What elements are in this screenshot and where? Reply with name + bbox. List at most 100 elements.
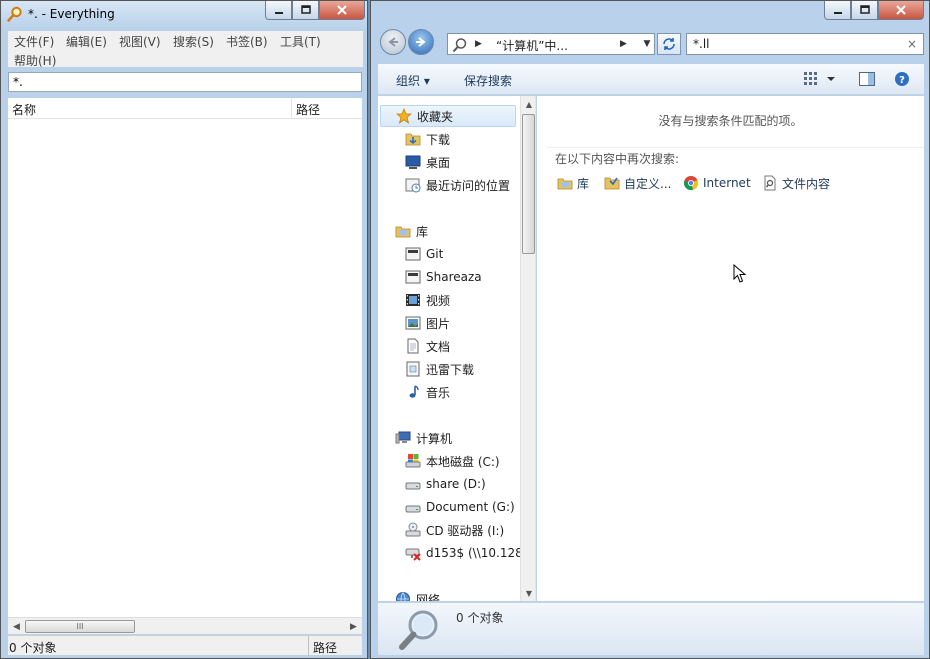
view-options-icon[interactable] — [803, 71, 821, 87]
object-count: 0 个对象 — [9, 641, 57, 655]
address-dropdown-icon[interactable]: ▼ — [639, 34, 655, 54]
nav-libraries[interactable]: 库 — [395, 220, 428, 242]
cd-drive-icon — [405, 522, 421, 537]
menu-view[interactable]: 视图(V) — [119, 33, 161, 50]
help-icon[interactable]: ? — [893, 71, 911, 87]
breadcrumb-chevron-icon[interactable]: ▶ — [620, 39, 627, 49]
menu-search[interactable]: 搜索(S) — [173, 33, 214, 50]
nav-library-videos[interactable]: 视频 — [405, 289, 450, 311]
scroll-thumb[interactable]: III — [25, 620, 135, 633]
column-divider[interactable] — [291, 98, 292, 118]
library-folder-icon — [405, 270, 421, 284]
preview-pane-icon[interactable] — [858, 71, 876, 87]
explorer-window: ▶ “计算机”中... ▶ ▼ *.ll × 组织 ▾ 保存搜索 ? 收藏夹 下… — [370, 0, 930, 659]
everything-window: *. - Everything 文件(F) 编辑(E) 视图(V) 搜索(S) … — [0, 0, 368, 659]
address-bar[interactable]: ▶ “计算机”中... ▶ ▼ — [447, 33, 655, 55]
breadcrumb-search-location[interactable]: “计算机”中... — [496, 37, 568, 54]
nav-downloads[interactable]: 下载 — [405, 128, 450, 150]
library-icon — [395, 226, 411, 238]
hard-drive-icon — [405, 482, 421, 490]
maximize-button[interactable] — [292, 1, 319, 20]
computer-icon — [395, 431, 411, 444]
breadcrumb-chevron-icon[interactable]: ▶ — [475, 39, 482, 49]
nav-drive-g[interactable]: Document (G:) — [405, 496, 515, 518]
picture-icon — [405, 316, 421, 330]
maximize-button[interactable] — [851, 1, 878, 20]
close-button[interactable] — [319, 1, 365, 20]
minimize-button[interactable] — [824, 1, 851, 20]
nav-library-documents[interactable]: 文档 — [405, 335, 450, 357]
disconnected-network-drive-icon — [405, 548, 421, 561]
refresh-icon — [663, 38, 675, 50]
nav-library-git[interactable]: Git — [405, 243, 443, 265]
download-folder-icon — [405, 133, 421, 146]
scroll-up-button[interactable]: ▲ — [521, 96, 535, 112]
nav-library-thunder-downloads[interactable]: 迅雷下载 — [405, 358, 474, 380]
result-list-header: 名称 路径 — [8, 98, 362, 119]
nav-drive-i[interactable]: CD 驱动器 (I:) — [405, 519, 504, 541]
search-query[interactable]: *.ll — [693, 37, 709, 51]
option-label: 库 — [577, 176, 590, 191]
menu-bookmarks[interactable]: 书签(B) — [226, 33, 268, 50]
save-search-button[interactable]: 保存搜索 — [464, 72, 512, 89]
column-header-name[interactable]: 名称 — [12, 101, 36, 118]
everything-titlebar[interactable]: *. - Everything — [1, 1, 367, 29]
search-again-libraries[interactable]: 库 — [557, 173, 589, 193]
nav-item-label: Git — [426, 247, 444, 261]
navigation-bar: ▶ “计算机”中... ▶ ▼ *.ll × — [378, 29, 926, 61]
nav-favorites[interactable]: 收藏夹 — [380, 105, 516, 127]
close-icon — [337, 5, 347, 15]
nav-item-label: share (D:) — [426, 477, 486, 491]
navigation-pane-scrollbar[interactable]: ▲ ▼ — [520, 96, 535, 601]
nav-computer[interactable]: 计算机 — [395, 427, 452, 449]
nav-network-label: 网络 — [416, 592, 441, 602]
nav-drive-c[interactable]: 本地磁盘 (C:) — [405, 450, 500, 472]
browser-icon — [684, 176, 699, 190]
nav-item-label: 音乐 — [426, 385, 451, 400]
result-list[interactable] — [8, 119, 362, 617]
nav-libraries-label: 库 — [416, 224, 429, 239]
column-header-path[interactable]: 路径 — [296, 101, 320, 118]
search-again-custom[interactable]: 自定义... — [604, 173, 671, 193]
scroll-thumb[interactable] — [522, 114, 535, 254]
organize-button[interactable]: 组织 ▾ — [396, 72, 430, 89]
nav-network-drive[interactable]: d153$ (\\10.128 — [405, 542, 523, 564]
horizontal-scrollbar[interactable]: ◀ III ▶ — [8, 617, 362, 634]
nav-library-pictures[interactable]: 图片 — [405, 312, 450, 334]
minimize-button[interactable] — [265, 1, 292, 20]
details-object-count: 0 个对象 — [456, 611, 504, 625]
search-again-file-contents[interactable]: 文件内容 — [762, 173, 830, 193]
refresh-button[interactable] — [657, 33, 681, 55]
menu-edit[interactable]: 编辑(E) — [66, 33, 107, 50]
clear-search-icon[interactable]: × — [907, 37, 917, 51]
nav-computer-label: 计算机 — [416, 431, 453, 446]
nav-drive-d[interactable]: share (D:) — [405, 473, 486, 495]
chevron-down-icon[interactable] — [826, 71, 836, 87]
minimize-icon — [833, 12, 842, 14]
menu-file[interactable]: 文件(F) — [14, 33, 54, 50]
forward-button[interactable] — [408, 29, 434, 55]
search-again-internet[interactable]: Internet — [683, 173, 751, 193]
search-results-area[interactable]: 没有与搜索条件匹配的项。 在以下内容中再次搜索: 库 自定义... Intern… — [537, 96, 924, 601]
menu-tools[interactable]: 工具(T) — [280, 33, 321, 50]
scroll-down-button[interactable]: ▼ — [521, 585, 535, 601]
scroll-right-button[interactable]: ▶ — [345, 618, 362, 635]
option-label: 文件内容 — [782, 176, 831, 191]
nav-library-shareaza[interactable]: Shareaza — [405, 266, 482, 288]
scroll-left-button[interactable]: ◀ — [8, 618, 25, 635]
nav-desktop[interactable]: 桌面 — [405, 151, 450, 173]
minimize-icon — [274, 12, 283, 14]
nav-item-label: 迅雷下载 — [426, 362, 475, 377]
nav-item-label: 下载 — [426, 132, 451, 147]
menu-help[interactable]: 帮助(H) — [14, 52, 56, 69]
back-button[interactable] — [380, 29, 406, 55]
recent-places-icon — [405, 178, 421, 193]
nav-library-music[interactable]: 音乐 — [405, 381, 450, 403]
explorer-search-box[interactable]: *.ll × — [686, 33, 924, 55]
everything-window-title: *. - Everything — [28, 7, 115, 21]
nav-network[interactable]: 网络 — [395, 588, 440, 601]
nav-recent-places[interactable]: 最近访问的位置 — [405, 174, 510, 196]
everything-search-input[interactable] — [8, 72, 362, 92]
close-button[interactable] — [878, 1, 924, 20]
nav-item-label: 图片 — [426, 316, 451, 331]
